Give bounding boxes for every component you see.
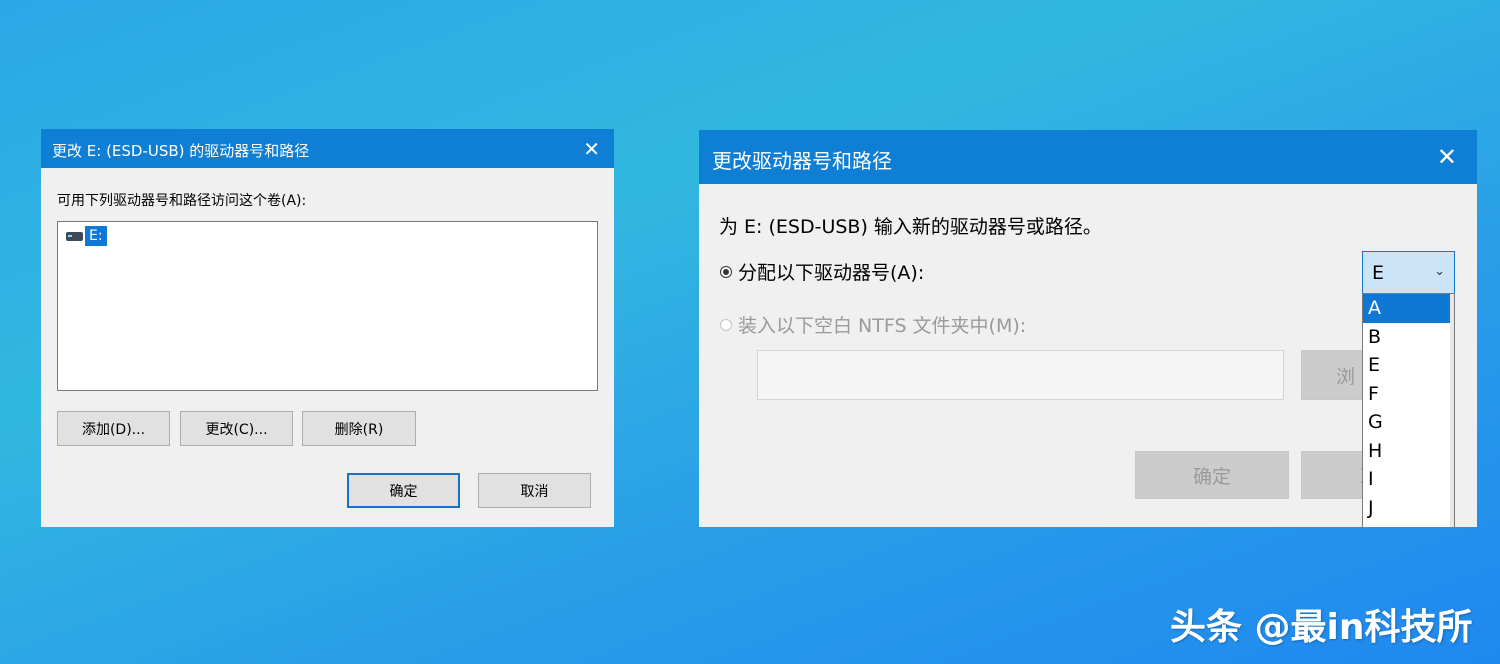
ok-button[interactable]: 确定	[347, 473, 460, 508]
assign-letter-label: 分配以下驱动器号(A):	[738, 262, 925, 284]
dialog-titlebar: 更改 E: (ESD-USB) 的驱动器号和路径 ✕	[41, 129, 614, 168]
combobox-value: E	[1372, 262, 1385, 284]
dropdown-item[interactable]: A	[1363, 294, 1454, 323]
add-button[interactable]: 添加(D)...	[57, 411, 170, 446]
dropdown-item[interactable]: G	[1363, 408, 1454, 437]
list-item[interactable]: E:	[66, 226, 107, 246]
chevron-down-icon[interactable]: ⌄	[1434, 264, 1445, 279]
remove-button[interactable]: 删除(R)	[302, 411, 416, 446]
browse-button-label: 浏	[1336, 365, 1356, 388]
change-drive-letter-dialog: 更改 E: (ESD-USB) 的驱动器号和路径 ✕ 可用下列驱动器号和路径访问…	[41, 129, 614, 527]
radio-unchecked-icon[interactable]	[720, 318, 732, 331]
folder-path-input[interactable]	[757, 350, 1284, 400]
dropdown-item[interactable]: J	[1363, 494, 1454, 523]
dialog-title: 更改驱动器号和路径	[712, 149, 892, 173]
dropdown-item[interactable]: H	[1363, 437, 1454, 466]
drive-path-listbox[interactable]: E:	[57, 221, 598, 391]
list-item-label: E:	[85, 226, 107, 246]
assign-letter-option[interactable]: 分配以下驱动器号(A):	[720, 258, 924, 285]
change-button[interactable]: 更改(C)...	[180, 411, 293, 446]
cancel-button[interactable]: 取消	[478, 473, 591, 508]
drive-letter-combobox[interactable]: E ⌄	[1362, 251, 1455, 294]
dropdown-scrollbar[interactable]	[1450, 294, 1454, 527]
dropdown-item[interactable]: E	[1363, 351, 1454, 380]
ok-button[interactable]: 确定	[1135, 451, 1289, 499]
ok-button-label: 确定	[1192, 465, 1231, 488]
assign-drive-letter-dialog: 更改驱动器号和路径 ✕ 为 E: (ESD-USB) 输入新的驱动器号或路径。 …	[699, 130, 1477, 527]
dialog-instruction: 为 E: (ESD-USB) 输入新的驱动器号或路径。	[719, 216, 1102, 238]
watermark: 头条 @最in科技所	[1170, 607, 1473, 648]
radio-checked-icon[interactable]	[720, 265, 732, 278]
close-icon[interactable]: ✕	[1437, 145, 1457, 169]
dropdown-item[interactable]: F	[1363, 380, 1454, 409]
mount-folder-option[interactable]: 装入以下空白 NTFS 文件夹中(M):	[720, 311, 1026, 338]
close-icon[interactable]: ✕	[583, 139, 600, 159]
mount-folder-label: 装入以下空白 NTFS 文件夹中(M):	[738, 315, 1027, 337]
dialog-title: 更改 E: (ESD-USB) 的驱动器号和路径	[52, 142, 310, 160]
dropdown-item[interactable]: I	[1363, 465, 1454, 494]
drive-letter-dropdown[interactable]: A B E F G H I J	[1362, 293, 1455, 527]
dropdown-item[interactable]: B	[1363, 323, 1454, 352]
usb-drive-icon	[66, 231, 83, 241]
dialog-titlebar: 更改驱动器号和路径 ✕	[699, 130, 1477, 184]
list-label: 可用下列驱动器号和路径访问这个卷(A):	[57, 193, 307, 209]
